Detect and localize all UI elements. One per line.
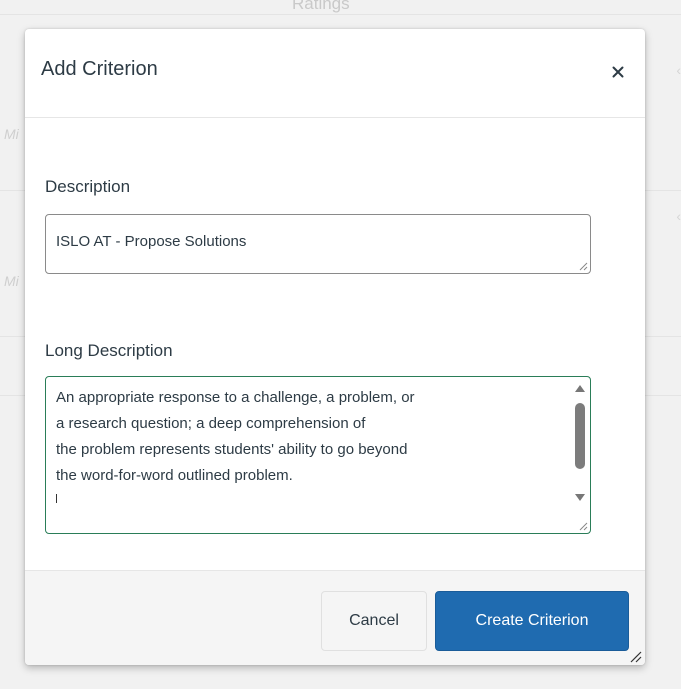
long-description-line: a research question; a deep comprehensio… <box>56 415 366 432</box>
long-description-line: An appropriate response to a challenge, … <box>56 389 415 406</box>
long-description-line: the word-for-word outlined problem. <box>56 467 293 484</box>
scroll-thumb[interactable] <box>575 403 585 469</box>
dialog-resize-grip-icon[interactable] <box>627 648 643 664</box>
background-divider <box>0 14 681 15</box>
dialog-title: Add Criterion <box>41 58 158 80</box>
long-description-textarea[interactable]: An appropriate response to a challenge, … <box>45 376 591 534</box>
chevron-left-icon: ‹ <box>676 208 681 224</box>
add-criterion-dialog: Add Criterion Description ISLO AT - Prop… <box>25 29 645 665</box>
scroll-down-arrow-icon[interactable] <box>575 494 585 501</box>
cancel-button[interactable]: Cancel <box>321 591 427 651</box>
resize-grip-icon[interactable] <box>578 261 588 271</box>
long-description-line: the problem represents students' ability… <box>56 441 408 458</box>
dialog-footer: Cancel Create Criterion <box>25 570 645 665</box>
description-input[interactable]: ISLO AT - Propose Solutions <box>45 214 591 274</box>
text-cursor <box>56 494 57 503</box>
resize-grip-icon[interactable] <box>578 521 588 531</box>
chevron-left-icon: ‹ <box>676 62 681 78</box>
ratings-column-header: Ratings <box>292 0 350 13</box>
textarea-scrollbar[interactable] <box>570 377 590 533</box>
close-button[interactable] <box>607 59 629 85</box>
create-criterion-button[interactable]: Create Criterion <box>435 591 629 651</box>
long-description-label: Long Description <box>45 341 173 360</box>
background-row-fragment: Mi <box>4 126 19 142</box>
background-row-fragment: Mi <box>4 273 19 289</box>
description-label: Description <box>45 177 131 196</box>
description-value: ISLO AT - Propose Solutions <box>56 233 247 250</box>
close-icon <box>612 66 624 78</box>
dialog-header: Add Criterion <box>25 29 645 118</box>
scroll-up-arrow-icon[interactable] <box>575 385 585 392</box>
